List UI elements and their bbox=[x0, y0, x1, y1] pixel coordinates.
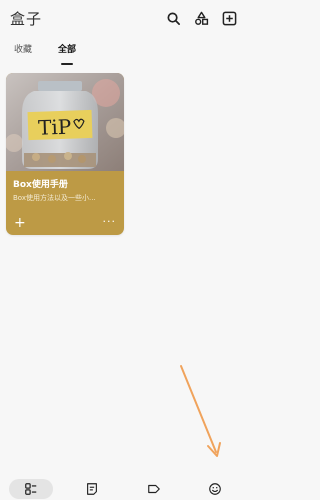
card-more-button[interactable]: ··· bbox=[103, 215, 117, 228]
note-icon bbox=[87, 483, 98, 495]
card-add-button[interactable]: + bbox=[14, 216, 26, 230]
nav-tags[interactable] bbox=[132, 479, 176, 499]
tag-shapes-icon[interactable] bbox=[192, 9, 210, 27]
top-bar: 盒子 bbox=[0, 0, 246, 36]
nav-profile[interactable] bbox=[193, 479, 237, 499]
search-icon[interactable] bbox=[164, 9, 182, 27]
box-card[interactable]: TiP Box使用手册 Box使用方法以及一些小... + ··· bbox=[6, 73, 124, 235]
tab-bar: 收藏 全部 bbox=[0, 42, 246, 68]
grid-icon bbox=[24, 483, 36, 495]
nav-boxes[interactable] bbox=[8, 479, 53, 499]
card-description: Box使用方法以及一些小... bbox=[13, 194, 96, 202]
tag-icon bbox=[147, 484, 160, 494]
tab-favorites[interactable]: 收藏 bbox=[14, 42, 32, 68]
smiley-icon bbox=[209, 483, 222, 495]
card-image-text: TiP bbox=[38, 115, 72, 140]
card-title: Box使用手册 bbox=[13, 180, 68, 190]
card-cover-image: TiP bbox=[6, 73, 124, 171]
nav-notes[interactable] bbox=[70, 479, 114, 499]
add-box-icon[interactable] bbox=[220, 9, 238, 27]
bottom-nav bbox=[0, 478, 246, 500]
tab-all[interactable]: 全部 bbox=[58, 42, 76, 68]
app-title: 盒子 bbox=[10, 9, 43, 28]
top-actions bbox=[164, 9, 238, 27]
